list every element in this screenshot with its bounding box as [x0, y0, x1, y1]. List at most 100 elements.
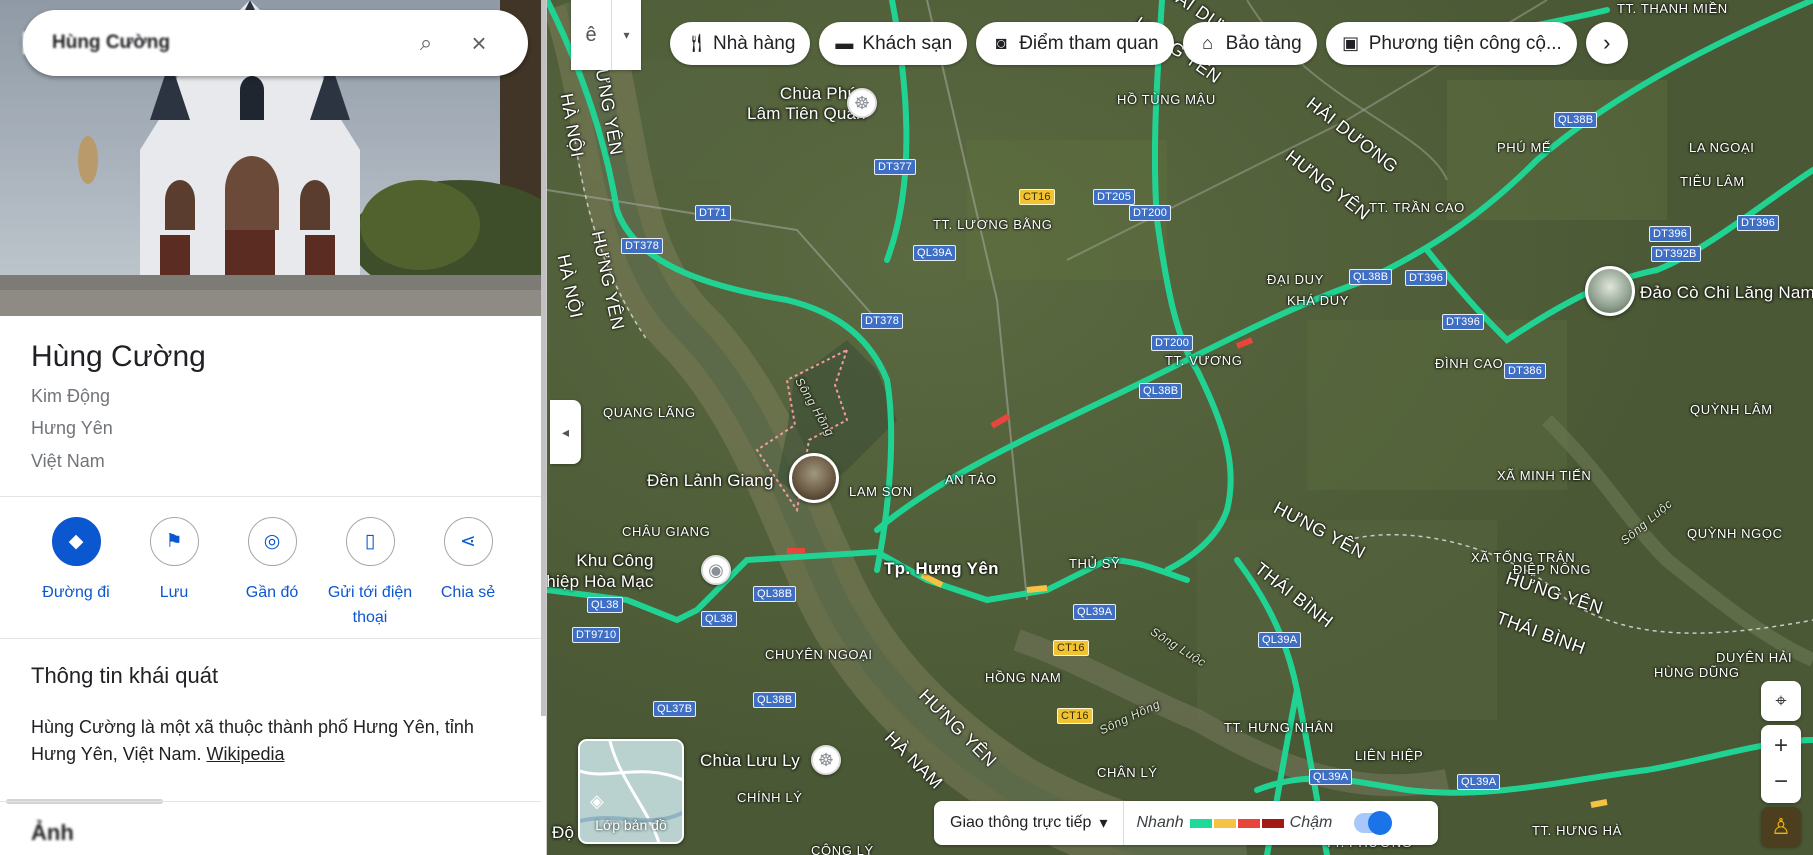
chevron-left-icon: ◂: [561, 423, 570, 440]
road-shield: QL37B: [653, 701, 697, 717]
traffic-mode-dropdown[interactable]: Giao thông trực tiếp ▾: [934, 801, 1125, 845]
send-to-phone-button[interactable]: ▯ Gửi tới điện thoại: [321, 517, 419, 630]
wikipedia-link[interactable]: Wikipedia: [207, 744, 285, 764]
poi-label[interactable]: Chùa Lưu Ly: [700, 751, 800, 771]
my-location-button[interactable]: ⌖: [1761, 681, 1801, 721]
place-title: Hùng Cường: [31, 340, 206, 373]
chip-attractions[interactable]: ◙ Điểm tham quan: [976, 22, 1174, 65]
place-label: DUYÊN HẢI: [1716, 650, 1793, 665]
road-shield: DT9710: [572, 627, 621, 643]
search-icon[interactable]: ⌕: [393, 30, 459, 56]
place-label: TT. HƯNG HÀ: [1532, 823, 1622, 838]
map-canvas[interactable]: TT. THANH MIỀN HỒ TÙNG MẬU PHÚ MẾ LA NGO…: [547, 0, 1813, 855]
place-label: HÙNG DŨNG: [1654, 665, 1740, 680]
place-label: LA NGOẠI: [1689, 140, 1755, 155]
road-shield: QL39A: [1309, 769, 1353, 785]
road-shield: QL39A: [913, 245, 957, 261]
caret-down-icon: ▾: [1099, 815, 1108, 832]
speed-color-bar: [1189, 818, 1284, 828]
share-icon: ⋖: [443, 517, 493, 566]
vertical-scrollbar[interactable]: [541, 0, 546, 716]
temple-pin-icon[interactable]: ☸: [811, 745, 841, 775]
photos-title: Ảnh: [31, 820, 74, 845]
fork-knife-icon: 🍴︎: [685, 33, 708, 53]
ime-label[interactable]: ê: [571, 24, 611, 47]
chevron-right-icon[interactable]: ›: [1585, 22, 1628, 64]
camera-icon: ◙: [995, 33, 1007, 53]
road-shield: QL38B: [753, 586, 797, 602]
slow-label: Chậm: [1289, 814, 1333, 831]
chip-label: Nhà hàng: [713, 32, 796, 54]
place-label: QUỲNH NGỌC: [1687, 526, 1783, 541]
traffic-mode-label: Giao thông trực tiếp: [950, 814, 1092, 831]
divider: [0, 638, 541, 639]
poi-label[interactable]: Đảo Cò Chi Lăng Nam: [1640, 283, 1813, 303]
zoom-in-button[interactable]: +: [1774, 732, 1788, 760]
place-label: HỒNG NAM: [985, 670, 1062, 685]
poi-label[interactable]: Đền Lảnh Giang: [647, 471, 774, 491]
place-label: ĐẠI DUY: [1267, 272, 1324, 287]
place-label: KHÁ DUY: [1287, 293, 1349, 308]
industrial-pin-icon[interactable]: ◉: [701, 555, 731, 585]
input-method-widget[interactable]: ê ▾: [571, 0, 641, 70]
place-label: HỒ TÙNG MẬU: [1117, 92, 1216, 107]
directions-button[interactable]: ◆ Đường đi: [27, 517, 125, 630]
phone-send-icon: ▯: [345, 517, 395, 566]
traffic-speed-legend: Nhanh Chậm: [1124, 814, 1344, 832]
place-label: CHÂU GIANG: [622, 524, 711, 539]
action-label: Chia sẻ: [440, 584, 496, 601]
place-label: TIÊU LÂM: [1680, 174, 1745, 189]
place-label: AN TẢO: [945, 472, 997, 487]
place-label: PHÚ MẾ: [1497, 140, 1552, 155]
road-shield: CT16: [1053, 640, 1089, 656]
place-label: QUỲNH LÂM: [1690, 402, 1773, 417]
road-shield: DT378: [621, 238, 664, 254]
action-label: Lưu: [159, 584, 189, 601]
place-label: TT. TRẦN CAO: [1369, 200, 1465, 215]
city-label: Tp. Hưng Yên: [884, 559, 999, 578]
speed-swatch: [1237, 818, 1260, 828]
place-label: CHÂN LÝ: [1097, 765, 1158, 780]
chip-transit[interactable]: ▣ Phương tiện công cộ...: [1325, 22, 1577, 65]
place-label: CÔNG LÝ: [811, 843, 874, 855]
temple-pin-icon[interactable]: ☸: [847, 88, 877, 118]
close-icon[interactable]: ×: [459, 28, 499, 59]
directions-icon: ◆: [51, 517, 101, 566]
chip-museums[interactable]: ⌂ Bảo tàng: [1182, 22, 1317, 65]
overview-text: Hùng Cường là một xã thuộc thành phố Hưn…: [31, 714, 511, 768]
road-shield: DT378: [861, 313, 904, 329]
place-label: XÃ MINH TIẾN: [1497, 468, 1592, 483]
place-panel: ⌕ × Hùng Cường Kim Động Hưng Yên Việt Na…: [0, 0, 547, 855]
chip-restaurants[interactable]: 🍴︎ Nhà hàng: [670, 22, 811, 65]
place-photo-pin[interactable]: [1585, 266, 1635, 316]
chip-hotels[interactable]: ▬ Khách sạn: [819, 22, 968, 65]
category-chips: 🍴︎ Nhà hàng ▬ Khách sạn ◙ Điểm tham quan ⌂ B…: [670, 22, 1628, 65]
collapse-panel-button[interactable]: ◂: [550, 400, 581, 464]
traffic-toggle[interactable]: [1354, 811, 1393, 835]
save-button[interactable]: ⚑ Lưu: [125, 517, 223, 630]
divider: [0, 801, 541, 802]
poi-label[interactable]: Khu Công nghiệp Hòa Mạc: [547, 550, 654, 592]
layers-button[interactable]: ◈ Lớp bản đồ: [578, 739, 684, 844]
place-photo-pin[interactable]: [789, 453, 839, 503]
road-shield: QL39A: [1457, 774, 1501, 790]
road-shield: DT396: [1649, 226, 1692, 242]
search-bar: ⌕ ×: [23, 10, 528, 76]
pegman-button[interactable]: ♙: [1761, 807, 1801, 847]
zoom-out-button[interactable]: −: [1774, 768, 1788, 796]
chevron-down-icon[interactable]: ▾: [611, 0, 641, 70]
road-shield: DT200: [1129, 205, 1172, 221]
action-label: Đường đi: [42, 584, 110, 601]
place-label: LAM SƠN: [849, 484, 913, 499]
road-shield: QL38: [587, 597, 623, 613]
road-shield: DT392B: [1651, 246, 1701, 262]
address-line: Kim Động: [31, 386, 111, 406]
road-shield: QL39A: [1073, 604, 1117, 620]
nearby-button[interactable]: ◎ Gần đó: [223, 517, 321, 630]
road-shield: QL38: [701, 611, 737, 627]
traffic-legend: Giao thông trực tiếp ▾ Nhanh Chậm: [934, 801, 1438, 845]
search-input[interactable]: [23, 32, 393, 54]
share-button[interactable]: ⋖ Chia sẻ: [419, 517, 517, 630]
place-label: TT. HƯNG NHÂN: [1224, 720, 1334, 735]
road-shield: QL39A: [1258, 632, 1302, 648]
